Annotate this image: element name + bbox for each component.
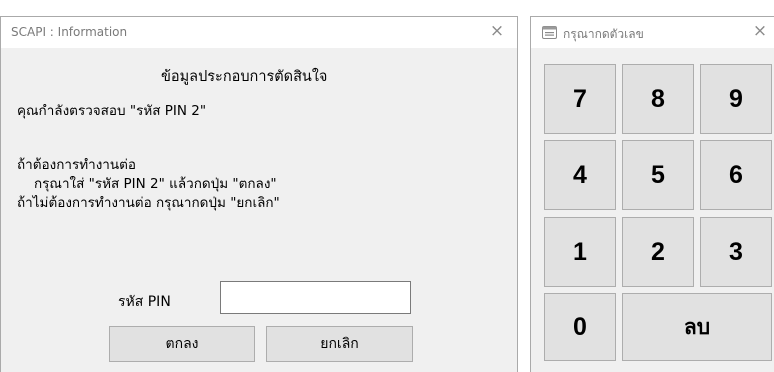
- key-4[interactable]: 4: [544, 140, 616, 210]
- message-line-1: คุณกำลังตรวจสอบ "รหัส PIN 2": [17, 103, 207, 119]
- key-6[interactable]: 6: [700, 140, 772, 210]
- information-dialog: SCAPI : Information × ข้อมูลประกอบการตัด…: [0, 16, 518, 372]
- keypad-titlebar[interactable]: กรุณากดตัวเลข ×: [531, 17, 774, 48]
- info-close-icon[interactable]: ×: [485, 20, 509, 44]
- message-line-4: ถ้าไม่ต้องการทำงานต่อ กรุณากดปุ่ม "ยกเลิ…: [17, 195, 280, 211]
- key-9[interactable]: 9: [700, 64, 772, 134]
- pin-label: รหัส PIN: [118, 294, 171, 310]
- dialog-heading: ข้อมูลประกอบการตัดสินใจ: [161, 69, 328, 85]
- ok-button[interactable]: ตกลง: [109, 326, 255, 362]
- keypad-window-title: กรุณากดตัวเลข: [563, 27, 644, 41]
- key-7[interactable]: 7: [544, 64, 616, 134]
- key-1[interactable]: 1: [544, 217, 616, 287]
- delete-key[interactable]: ลบ: [622, 293, 772, 361]
- keypad-window: กรุณากดตัวเลข × 7 8 9 4 5 6 1 2 3 0 ลบ: [530, 16, 774, 372]
- key-5[interactable]: 5: [622, 140, 694, 210]
- keypad-close-icon[interactable]: ×: [748, 20, 772, 44]
- key-0[interactable]: 0: [544, 293, 616, 361]
- cancel-button[interactable]: ยกเลิก: [266, 326, 413, 362]
- keyboard-icon: [542, 26, 557, 39]
- info-titlebar[interactable]: SCAPI : Information ×: [1, 17, 517, 48]
- key-3[interactable]: 3: [700, 217, 772, 287]
- key-8[interactable]: 8: [622, 64, 694, 134]
- pin-input[interactable]: [220, 281, 411, 314]
- key-2[interactable]: 2: [622, 217, 694, 287]
- info-window-title: SCAPI : Information: [11, 25, 128, 39]
